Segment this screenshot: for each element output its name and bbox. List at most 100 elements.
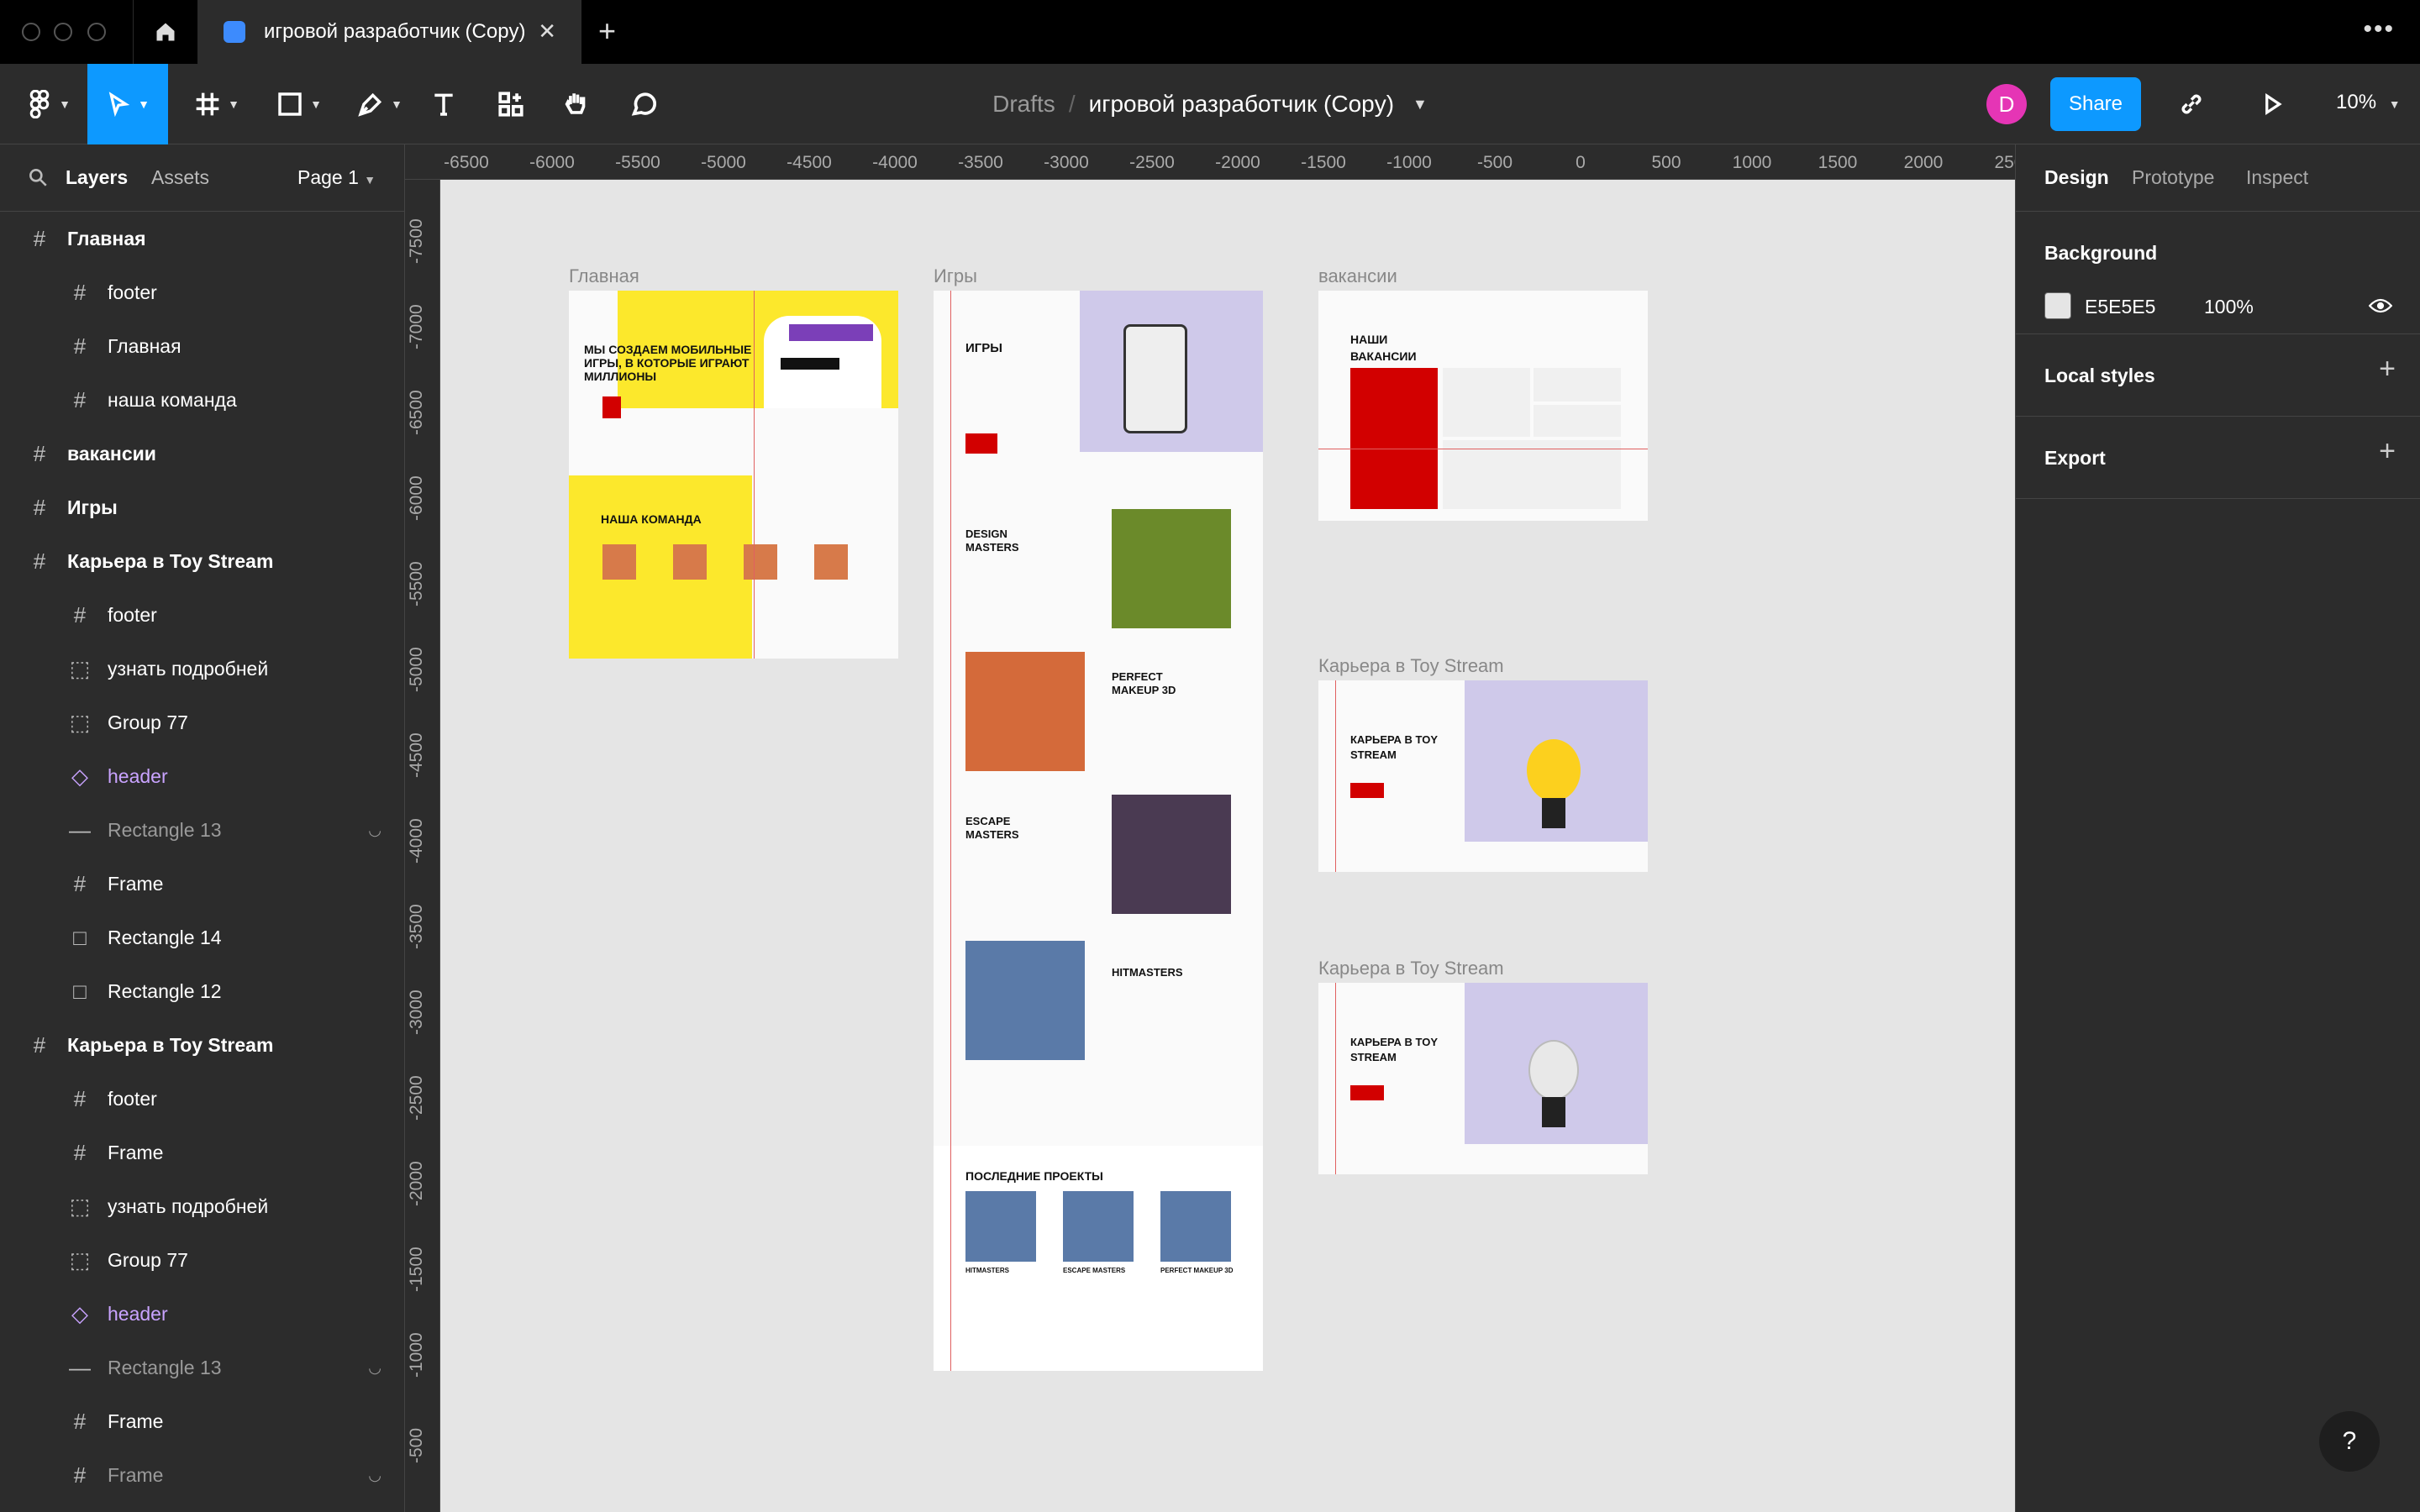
maximize-window-button[interactable]: [87, 23, 106, 41]
background-opacity-input[interactable]: 100%: [2204, 296, 2254, 318]
layer-item[interactable]: # Frame ◡: [0, 1448, 405, 1502]
breadcrumb-separator: /: [1068, 91, 1076, 117]
frame-vakansii[interactable]: НАШИ ВАКАНСИИ: [1318, 291, 1648, 521]
minimize-window-button[interactable]: [54, 23, 72, 41]
tab-inspect[interactable]: Inspect: [2246, 166, 2308, 189]
add-export-icon[interactable]: +: [2379, 435, 2396, 468]
close-tab-icon[interactable]: ✕: [538, 18, 556, 45]
project-thumbnail: [1063, 1191, 1134, 1262]
layer-item[interactable]: ◇ header: [0, 1287, 405, 1341]
frame-label[interactable]: вакансии: [1318, 265, 1397, 287]
layer-item[interactable]: □ Rectangle 12: [0, 964, 405, 1018]
help-button[interactable]: ?: [2319, 1411, 2380, 1472]
layer-name: header: [108, 764, 168, 787]
group-icon: ⬚: [69, 1247, 91, 1273]
ruler-tick-label: -5000: [407, 647, 426, 692]
hand-tool[interactable]: [553, 64, 600, 144]
team-yellow-block: [569, 475, 752, 659]
line-icon: —: [69, 1354, 91, 1380]
layer-item[interactable]: # Главная: [0, 319, 405, 373]
layer-item[interactable]: — Rectangle 13 ◡: [0, 803, 405, 857]
canvas[interactable]: Главная МЫ СОЗДАЕМ МОБИЛЬНЫЕ ИГРЫ, В КОТ…: [440, 180, 2015, 1512]
breadcrumb-file[interactable]: игровой разработчик (Copy): [1089, 91, 1394, 118]
search-icon[interactable]: [27, 166, 49, 188]
layer-item[interactable]: # footer: [0, 265, 405, 319]
shape-tool[interactable]: ▼: [259, 64, 339, 144]
tab-assets[interactable]: Assets: [151, 166, 209, 189]
layer-item[interactable]: ⬚ Group 77: [0, 1233, 405, 1287]
frame-igry[interactable]: ИГРЫ DESIGN MASTERS PERFECT MAKEUP 3D ES…: [934, 291, 1263, 1371]
more-options-icon[interactable]: •••: [2363, 15, 2395, 44]
hidden-eye-icon[interactable]: ◡: [368, 1467, 381, 1484]
layer-item[interactable]: # Карьера в Toy Stream: [0, 1018, 405, 1072]
background-color-swatch[interactable]: [2044, 292, 2071, 319]
layer-item[interactable]: # Frame: [0, 1394, 405, 1448]
ruler-tick-label: -3500: [407, 904, 426, 949]
ruler-tick-label: -3000: [1044, 153, 1089, 172]
tab-design[interactable]: Design: [2044, 166, 2109, 189]
share-button[interactable]: Share: [2050, 77, 2141, 131]
frame-tool[interactable]: ▼: [176, 64, 257, 144]
present-button[interactable]: [2249, 64, 2296, 144]
frame-glavnaya[interactable]: МЫ СОЗДАЕМ МОБИЛЬНЫЕ ИГРЫ, В КОТОРЫЕ ИГР…: [569, 291, 898, 659]
comment-tool[interactable]: [620, 64, 667, 144]
text-tool[interactable]: [420, 64, 467, 144]
layer-item[interactable]: ⬚ узнать подробней: [0, 1179, 405, 1233]
layer-item[interactable]: # Frame: [0, 1126, 405, 1179]
move-tool[interactable]: ▼: [87, 64, 168, 144]
background-hex-input[interactable]: E5E5E5: [2085, 296, 2155, 318]
layer-item[interactable]: ⬚ Group 77: [0, 696, 405, 749]
eye-icon[interactable]: [2369, 296, 2392, 316]
layer-item[interactable]: ◇ header: [0, 749, 405, 803]
layer-item[interactable]: # наша команда: [0, 373, 405, 427]
layer-item[interactable]: □ Rectangle 14: [0, 911, 405, 964]
layer-item[interactable]: # footer: [0, 1072, 405, 1126]
main-menu-button[interactable]: ▼: [8, 64, 89, 144]
frame-kariera[interactable]: КАРЬЕРА В TOY STREAM: [1318, 680, 1648, 872]
frame-label[interactable]: Карьера в Toy Stream: [1318, 958, 1504, 979]
component-icon: ◇: [71, 1300, 88, 1326]
hidden-eye-icon[interactable]: ◡: [368, 1359, 381, 1377]
layer-item[interactable]: # Frame: [0, 857, 405, 911]
layer-item[interactable]: — Rectangle 13 ◡: [0, 1341, 405, 1394]
ruler-tick-label: -2500: [407, 1075, 426, 1121]
add-style-icon[interactable]: +: [2379, 353, 2396, 386]
ruler-tick-label: -500: [1476, 153, 1513, 172]
frame-label[interactable]: Карьера в Toy Stream: [1318, 655, 1504, 677]
frame-icon: #: [73, 1085, 87, 1111]
frame-label[interactable]: Игры: [934, 265, 977, 287]
resources-tool[interactable]: [487, 64, 534, 144]
page-selector[interactable]: Page 1 ▼: [297, 166, 376, 189]
pen-tool[interactable]: ▼: [339, 64, 420, 144]
new-tab-button[interactable]: +: [598, 13, 616, 49]
frame-kariera-2[interactable]: КАРЬЕРА В TOY STREAM: [1318, 983, 1648, 1174]
copy-link-button[interactable]: [2168, 64, 2215, 144]
hidden-eye-icon[interactable]: ◡: [368, 822, 381, 839]
frame-label[interactable]: Главная: [569, 265, 639, 287]
layer-name: footer: [108, 281, 157, 303]
layer-item[interactable]: # footer: [0, 588, 405, 642]
tab-prototype[interactable]: Prototype: [2132, 166, 2214, 189]
home-button[interactable]: [133, 0, 198, 64]
file-menu-chevron-icon[interactable]: ▼: [1413, 96, 1428, 113]
layer-item[interactable]: # Игры: [0, 480, 405, 534]
breadcrumb-drafts[interactable]: Drafts: [992, 91, 1055, 118]
user-avatar[interactable]: D: [1986, 84, 2027, 124]
tab-layers[interactable]: Layers: [66, 166, 128, 189]
layer-item[interactable]: # вакансии: [0, 427, 405, 480]
ruler-tick-label: -4500: [407, 732, 426, 778]
ruler-tick-label: -3000: [407, 990, 426, 1035]
team-title: НАША КОМАНДА: [601, 512, 702, 526]
file-tab[interactable]: игровой разработчик (Copy) ✕: [198, 0, 581, 64]
game-thumbnail: [1112, 795, 1231, 914]
game-title: DESIGN MASTERS: [965, 528, 1019, 554]
layer-item[interactable]: # Карьера в Toy Stream: [0, 534, 405, 588]
layer-item[interactable]: # Главная: [0, 212, 405, 265]
close-window-button[interactable]: [22, 23, 40, 41]
zoom-level: 10%: [2336, 91, 2377, 113]
ruler-tick-label: -7000: [407, 304, 426, 349]
zoom-dropdown[interactable]: 10% ▼: [2336, 91, 2401, 114]
layer-item[interactable]: ⬚ узнать подробней: [0, 642, 405, 696]
ruler-tick-label: -5500: [407, 561, 426, 606]
lightbulb-base: [1542, 798, 1565, 828]
